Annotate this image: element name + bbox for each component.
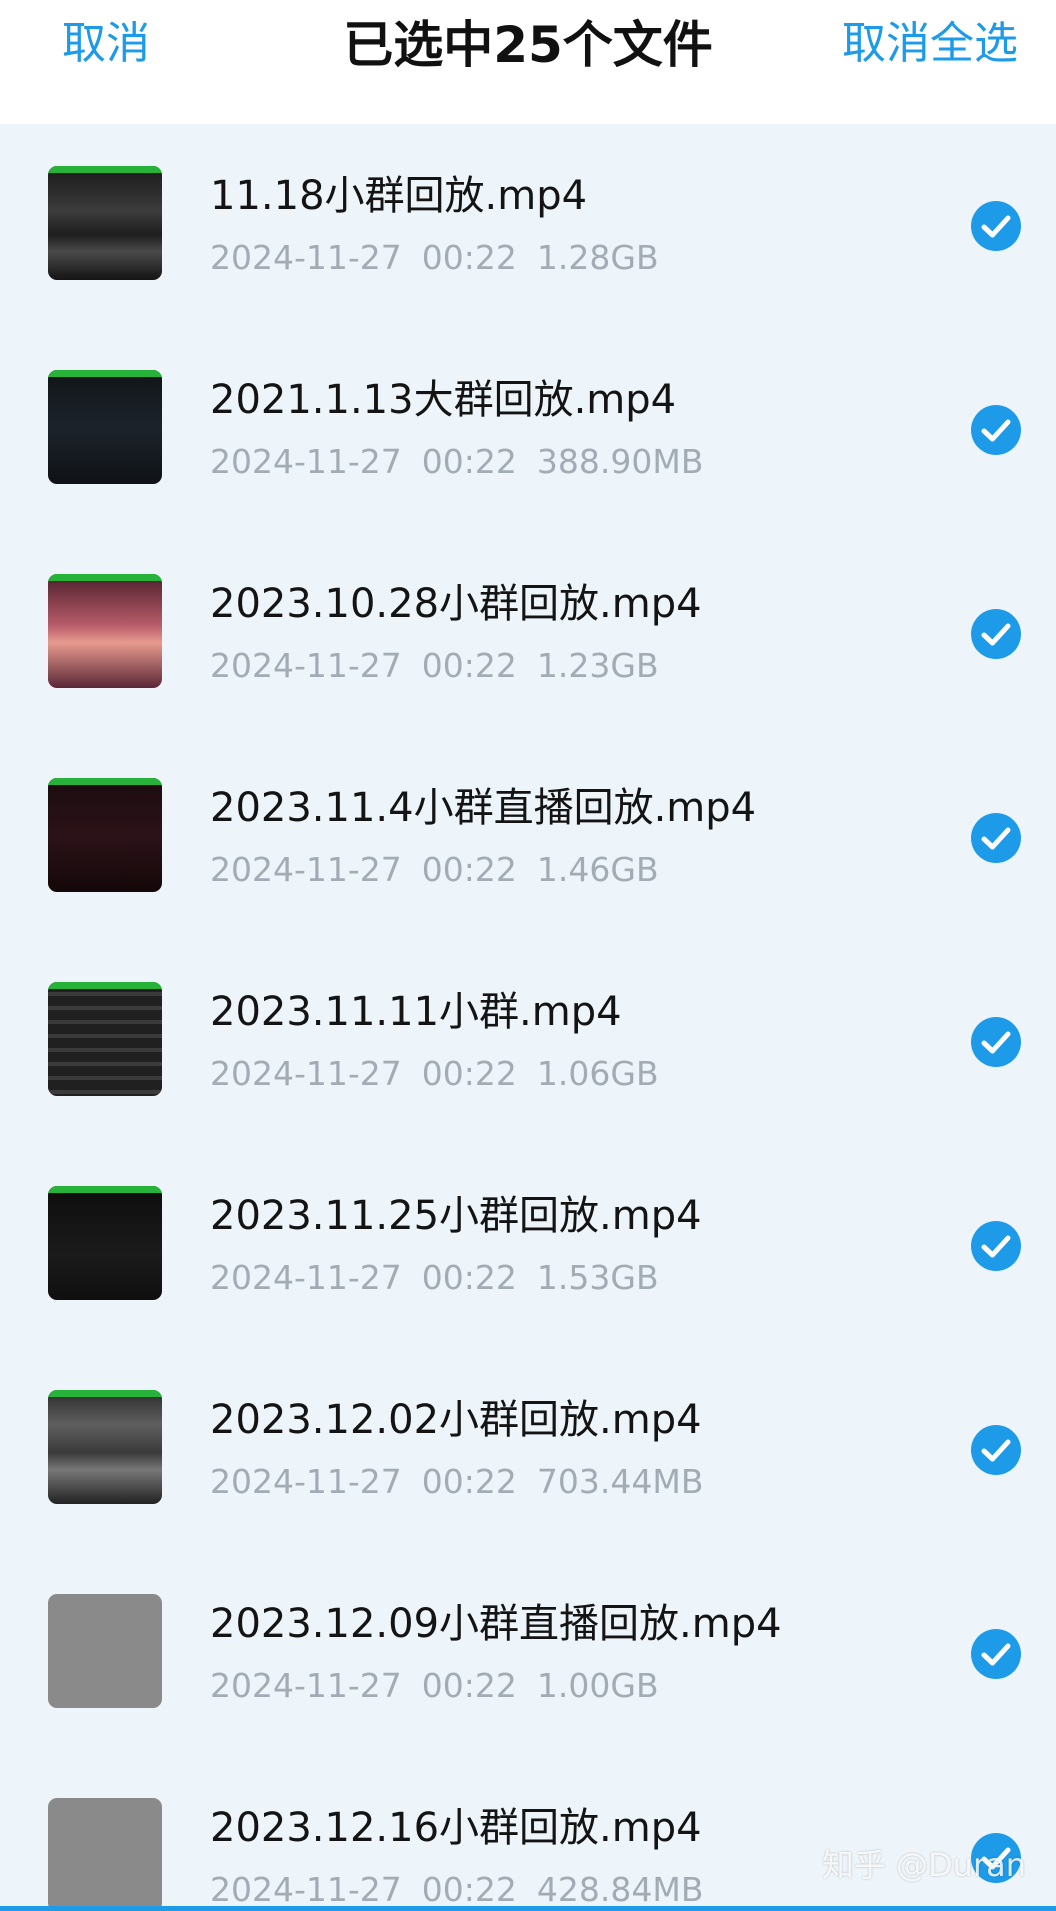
selected-checkmark-icon[interactable] bbox=[971, 405, 1021, 455]
file-meta: 2024-11-27 00:22 388.90MB bbox=[210, 440, 723, 484]
file-meta: 2024-11-27 00:22 1.00GB bbox=[210, 1664, 679, 1708]
deselect-all-button[interactable]: 取消全选 bbox=[842, 14, 1018, 74]
file-size: 703.44MB bbox=[536, 1462, 704, 1501]
file-meta: 2024-11-27 00:22 1.53GB bbox=[210, 1256, 679, 1300]
file-size: 1.00GB bbox=[536, 1666, 659, 1705]
file-row[interactable]: 2023.10.28小群回放.mp4 2024-11-27 00:22 1.23GB bbox=[0, 532, 1056, 736]
file-time: 00:22 bbox=[421, 1666, 517, 1705]
selection-header: 取消 已选中25个文件 取消全选 bbox=[0, 0, 1056, 124]
watermark-text: 知乎 @Duran bbox=[821, 1846, 1026, 1884]
file-name: 2023.11.11小群.mp4 bbox=[210, 989, 622, 1035]
file-row[interactable]: 2023.11.25小群回放.mp4 2024-11-27 00:22 1.53GB bbox=[0, 1144, 1056, 1348]
file-row[interactable]: 2023.12.09小群直播回放.mp4 2024-11-27 00:22 1.00G… bbox=[0, 1552, 1056, 1756]
video-thumbnail bbox=[48, 1186, 162, 1300]
file-meta: 2024-11-27 00:22 1.46GB bbox=[210, 848, 679, 892]
file-date: 2024-11-27 bbox=[210, 1462, 402, 1501]
thumbnail-top-bar bbox=[48, 574, 162, 581]
file-row[interactable]: 2023.12.16小群回放.mp4 2024-11-27 00:22 428.84M… bbox=[0, 1756, 1056, 1911]
file-size: 1.06GB bbox=[536, 1054, 659, 1093]
file-time: 00:22 bbox=[421, 646, 517, 685]
file-name: 11.18小群回放.mp4 bbox=[210, 173, 588, 219]
file-size: 1.53GB bbox=[536, 1258, 659, 1297]
selected-checkmark-icon[interactable] bbox=[971, 1425, 1021, 1475]
file-meta: 2024-11-27 00:22 428.84MB bbox=[210, 1868, 723, 1911]
video-thumbnail bbox=[48, 574, 162, 688]
thumbnail-top-bar bbox=[48, 1390, 162, 1397]
file-time: 00:22 bbox=[421, 442, 517, 481]
file-date: 2024-11-27 bbox=[210, 646, 402, 685]
file-date: 2024-11-27 bbox=[210, 850, 402, 889]
file-size: 1.46GB bbox=[536, 850, 659, 889]
file-date: 2024-11-27 bbox=[210, 1666, 402, 1705]
video-thumbnail bbox=[48, 370, 162, 484]
selected-checkmark-icon[interactable] bbox=[971, 609, 1021, 659]
file-size: 428.84MB bbox=[536, 1870, 704, 1909]
file-meta: 2024-11-27 00:22 703.44MB bbox=[210, 1460, 723, 1504]
file-name: 2023.10.28小群回放.mp4 bbox=[210, 581, 702, 627]
file-row[interactable]: 2023.12.02小群回放.mp4 2024-11-27 00:22 703.44M… bbox=[0, 1348, 1056, 1552]
file-time: 00:22 bbox=[421, 1258, 517, 1297]
file-time: 00:22 bbox=[421, 1054, 517, 1093]
thumbnail-top-bar bbox=[48, 982, 162, 989]
file-selection-screen: 取消 已选中25个文件 取消全选 11.18小群回放.mp4 2024-11-27… bbox=[0, 0, 1056, 1911]
selected-checkmark-icon[interactable] bbox=[971, 813, 1021, 863]
video-thumbnail bbox=[48, 1390, 162, 1504]
video-thumbnail bbox=[48, 1798, 162, 1911]
file-date: 2024-11-27 bbox=[210, 442, 402, 481]
bottom-accent-line bbox=[0, 1906, 1056, 1911]
file-name: 2021.1.13大群回放.mp4 bbox=[210, 377, 677, 423]
video-thumbnail bbox=[48, 1594, 162, 1708]
file-name: 2023.12.02小群回放.mp4 bbox=[210, 1397, 702, 1443]
file-row[interactable]: 2023.11.4小群直播回放.mp4 2024-11-27 00:22 1.46GB bbox=[0, 736, 1056, 940]
file-name: 2023.11.25小群回放.mp4 bbox=[210, 1193, 702, 1239]
file-meta: 2024-11-27 00:22 1.23GB bbox=[210, 644, 679, 688]
video-thumbnail bbox=[48, 778, 162, 892]
file-list: 11.18小群回放.mp4 2024-11-27 00:22 1.28GB 2021.1… bbox=[0, 124, 1056, 1911]
selected-checkmark-icon[interactable] bbox=[971, 1221, 1021, 1271]
file-size: 388.90MB bbox=[536, 442, 704, 481]
file-date: 2024-11-27 bbox=[210, 1258, 402, 1297]
file-name: 2023.12.16小群回放.mp4 bbox=[210, 1805, 702, 1851]
selected-checkmark-icon[interactable] bbox=[971, 1629, 1021, 1679]
file-row[interactable]: 2023.11.11小群.mp4 2024-11-27 00:22 1.06GB bbox=[0, 940, 1056, 1144]
video-thumbnail bbox=[48, 166, 162, 280]
file-date: 2024-11-27 bbox=[210, 1870, 402, 1909]
file-time: 00:22 bbox=[421, 238, 517, 277]
thumbnail-top-bar bbox=[48, 1186, 162, 1193]
thumbnail-top-bar bbox=[48, 166, 162, 173]
file-row[interactable]: 11.18小群回放.mp4 2024-11-27 00:22 1.28GB bbox=[0, 124, 1056, 328]
file-time: 00:22 bbox=[421, 1462, 517, 1501]
thumbnail-top-bar bbox=[48, 778, 162, 785]
selected-checkmark-icon[interactable] bbox=[971, 201, 1021, 251]
selected-checkmark-icon[interactable] bbox=[971, 1017, 1021, 1067]
file-row[interactable]: 2021.1.13大群回放.mp4 2024-11-27 00:22 388.90MB bbox=[0, 328, 1056, 532]
file-size: 1.23GB bbox=[536, 646, 659, 685]
thumbnail-top-bar bbox=[48, 370, 162, 377]
file-name: 2023.11.4小群直播回放.mp4 bbox=[210, 785, 757, 831]
file-time: 00:22 bbox=[421, 1870, 517, 1909]
file-date: 2024-11-27 bbox=[210, 1054, 402, 1093]
video-thumbnail bbox=[48, 982, 162, 1096]
file-name: 2023.12.09小群直播回放.mp4 bbox=[210, 1601, 782, 1647]
file-meta: 2024-11-27 00:22 1.28GB bbox=[210, 236, 679, 280]
file-time: 00:22 bbox=[421, 850, 517, 889]
file-size: 1.28GB bbox=[536, 238, 659, 277]
file-date: 2024-11-27 bbox=[210, 238, 402, 277]
file-meta: 2024-11-27 00:22 1.06GB bbox=[210, 1052, 679, 1096]
